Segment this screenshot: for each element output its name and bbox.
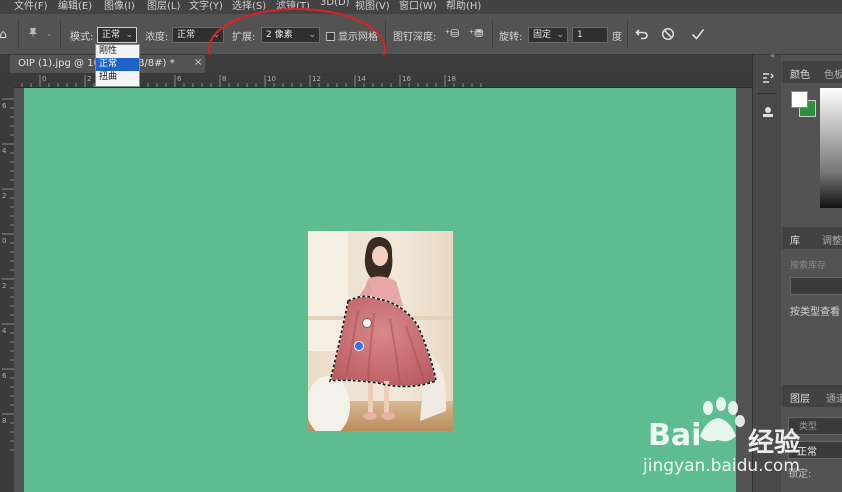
ruler-tick-label: 2 [2,282,6,290]
ruler-tick-label: 12 [312,75,321,83]
tab-adjustments[interactable]: 调整 [822,232,842,247]
tool-preset-chevron-icon[interactable]: ⌄ [46,27,53,41]
rotate-value: 固定 [533,30,552,40]
history-icon[interactable] [759,71,777,88]
view-by-type-label[interactable]: 按类型查看 [790,303,840,318]
mode-select[interactable]: 正常 ⌄ [97,27,137,43]
ruler-tick-label: 10 [267,75,276,83]
stock-search-input[interactable]: 搜索库存 [790,258,826,271]
menu-image[interactable]: 图像(I) [104,0,135,12]
watermark-brand-suffix: 经验 [748,428,801,458]
ruler-tick-label: 0 [42,75,46,83]
rotate-label: 旋转: [499,32,523,43]
watermark-url: jingyan.baidu.com [643,456,800,476]
menu-edit[interactable]: 编辑(E) [58,0,92,12]
mode-option-rigid[interactable]: 刚性 [96,45,139,58]
ruler-tick-label: 4 [2,147,7,155]
menu-bar: 文件(F) 编辑(E) 图像(I) 图层(L) 文字(Y) 选择(S) 滤镜(T… [0,0,842,14]
puppet-pin-tool-icon[interactable] [26,27,40,42]
tab-library[interactable]: 库 [790,232,800,247]
cancel-icon[interactable] [660,27,676,44]
menu-layer[interactable]: 图层(L) [147,0,180,12]
ruler-tick-label: 6 [2,102,7,110]
tab-swatches[interactable]: 色板 [824,66,842,81]
pin-depth-label: 图钉深度: [393,32,437,43]
pin-forward-icon[interactable]: ⁺⛁ [444,27,460,41]
chevron-down-icon: ⌄ [556,30,564,40]
baidu-watermark: Bai 经验 jingyan.baidu.com [643,396,842,492]
vertical-ruler[interactable]: 6 4 2 0 2 4 6 8 [0,87,14,492]
menu-file[interactable]: 文件(F) [14,0,48,12]
close-tab-icon[interactable]: × [194,57,202,68]
collapse-icon[interactable]: « [770,51,775,60]
ruler-tick-label: 6 [2,372,7,380]
tab-color[interactable]: 颜色 [790,66,810,81]
pin-backward-icon[interactable]: ⁺⛃ [468,27,484,41]
color-picker-field[interactable] [820,88,842,208]
ruler-tick-label: 0 [2,237,6,245]
home-icon[interactable]: ⌂ [0,27,9,41]
commit-check-icon[interactable] [690,27,706,44]
ruler-tick-label: 14 [357,75,366,83]
ruler-tick-label: 18 [447,75,456,83]
color-panel-header: 颜色 色板 [782,61,842,83]
ruler-tick-label: 8 [2,417,6,425]
density-label: 浓度: [145,32,169,43]
rotate-select[interactable]: 固定 ⌄ [528,27,568,43]
angle-input[interactable]: 1 [572,27,608,43]
library-panel-header: 库 调整 [782,227,842,249]
degree-label: 度 [612,32,622,43]
mode-option-normal[interactable]: 正常 [96,58,139,71]
mode-label: 模式: [70,32,94,43]
undo-reset-icon[interactable] [634,27,650,44]
ruler-tick-label: 8 [222,75,226,83]
menu-help[interactable]: 帮助(H) [446,0,481,12]
density-value: 正常 [177,30,196,40]
ruler-tick-label: 6 [177,75,182,83]
foreground-color-swatch[interactable] [791,91,808,108]
menu-window[interactable]: 窗口(W) [399,0,437,12]
document-photo[interactable] [308,231,453,431]
ruler-tick-label: 2 [2,192,6,200]
mode-dropdown-menu: 刚性 正常 扭曲 [95,44,140,87]
properties-icon[interactable] [759,105,777,122]
ruler-tick-label: 2 [87,75,91,83]
library-select[interactable] [790,277,842,295]
ruler-tick-label: 16 [402,75,411,83]
mode-option-distort[interactable]: 扭曲 [96,71,139,84]
warp-pin-selected[interactable] [354,341,364,351]
warp-pin[interactable] [362,318,372,328]
ruler-tick-label: 4 [2,327,7,335]
watermark-brand: Bai [648,418,702,453]
chevron-down-icon: ⌄ [125,30,133,40]
mode-value: 正常 [102,30,121,40]
